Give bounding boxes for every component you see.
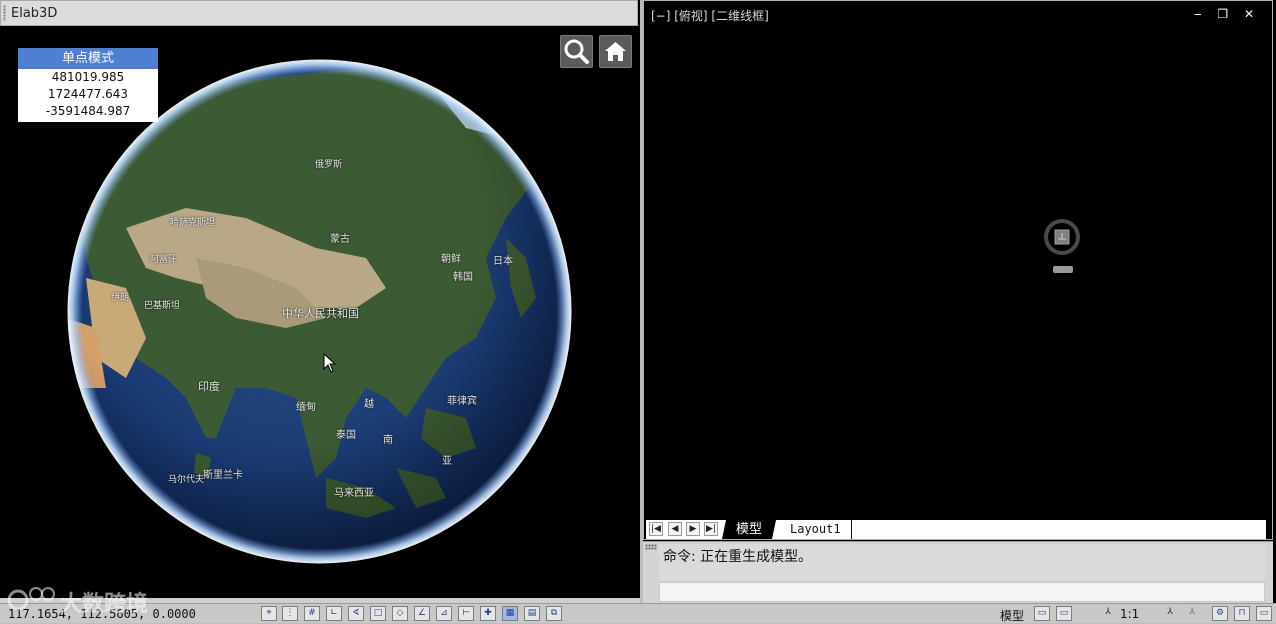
cad-window: [−] [俯视] [二维线框] ‒ ❐ ✕ |◀ ◀ ▶ ▶| 模型 Layou… [643,0,1276,604]
label-vietnam-top: 越 [364,399,374,410]
layout-tab-bar: |◀ ◀ ▶ ▶| 模型 Layout1 [646,520,1266,539]
home-icon [605,42,626,61]
workspace-gear-icon[interactable]: ⚙ [1212,606,1228,621]
annotation-visibility-button[interactable]: ⅄ [1162,606,1178,621]
status-bar: 117.1654, 112.5605, 0.0000 ⌖ ⋮ # ∟ ∢ □ ◇… [0,603,1276,623]
label-maldives: 马尔代夫 [168,475,205,485]
label-philippines: 菲律宾 [447,396,477,407]
label-vietnam-bottom: 南 [383,435,393,446]
tab-layout1[interactable]: Layout1 [780,520,852,539]
transparency-button[interactable]: ▦ [502,606,518,621]
elab3d-title: Elab3D [11,6,58,21]
dynamic-ucs-button[interactable]: ⊿ [436,606,452,621]
object-snap-tracking-button[interactable]: ∠ [414,606,430,621]
lineweight-button[interactable]: ✚ [480,606,496,621]
coord-y-value: 1724477.643 [47,87,129,101]
label-malaysia: 马来西亚 [334,488,374,499]
label-mongolia: 蒙古 [330,234,350,245]
snap-mode-button[interactable]: ⋮ [282,606,298,621]
single-point-mode-panel: 单点模式 481019.985 1724477.643 -3591484.987 [18,48,158,122]
tab-model[interactable]: 模型 [721,520,777,539]
label-iran: 伊朗 [111,293,130,303]
label-sri-lanka: 斯里兰卡 [203,470,243,481]
annotation-scale-value[interactable]: 1:1 [1120,607,1139,621]
auto-scale-button[interactable]: ⅄ [1184,606,1200,621]
viewport-window-controls[interactable]: ‒ ❐ ✕ [1194,7,1260,21]
elab3d-title-bar[interactable]: Elab3D [0,0,638,26]
watermark-text: 大数跨境 [60,592,149,617]
annotation-scale-icon[interactable]: ⅄ [1100,606,1116,621]
command-history: 命令: 正在重生成模型。 [659,544,1265,580]
object-snap-button[interactable]: □ [370,606,386,621]
selection-cycling-button[interactable]: ⧉ [546,606,562,621]
label-india: 印度 [198,380,220,393]
model-space-label[interactable]: 模型 [1000,607,1024,624]
dynamic-input-button[interactable]: ⊢ [458,606,474,621]
label-china: 中华人民共和国 [282,307,359,320]
lock-ui-icon[interactable]: ⊓ [1234,606,1250,621]
clean-screen-button[interactable]: ▭ [1256,606,1272,621]
search-icon [564,39,589,64]
label-pakistan: 巴基斯坦 [144,301,181,311]
label-kazakhstan: 哈萨克斯坦 [170,218,216,228]
viewcube-compass-icon[interactable] [1042,217,1082,257]
watermark-logo-icon [7,587,55,611]
label-thailand: 泰国 [336,430,356,441]
command-line-panel: 命令: 正在重生成模型。 [643,541,1273,604]
command-line-grip[interactable] [645,544,657,550]
label-korea-n: 朝鲜 [441,254,461,265]
next-tab-button[interactable]: ▶ [686,522,700,536]
label-afghanistan: 阿富汗 [150,255,178,265]
home-button[interactable] [599,35,632,68]
panel-header: 单点模式 [18,48,158,69]
cad-drawing-area[interactable]: [−] [俯视] [二维线框] ‒ ❐ ✕ |◀ ◀ ▶ ▶| 模型 Layou… [643,0,1273,540]
ortho-mode-button[interactable]: ∟ [326,606,342,621]
label-korea-s: 韩国 [453,272,473,283]
3d-object-snap-button[interactable]: ◇ [392,606,408,621]
wcs-menu-tag[interactable] [1053,266,1073,273]
quick-view-layouts-button[interactable]: ▭ [1034,606,1050,621]
title-grip[interactable] [3,5,6,21]
grid-display-button[interactable]: # [304,606,320,621]
prev-tab-button[interactable]: ◀ [668,522,682,536]
command-input[interactable] [659,582,1265,602]
last-tab-button[interactable]: ▶| [704,522,718,536]
tab-model-label: 模型 [736,522,763,537]
label-myanmar: 缅甸 [296,402,316,413]
infer-constraints-button[interactable]: ⌖ [261,606,277,621]
mouse-cursor-icon [323,353,337,373]
coord-x-value: 481019.985 [51,70,125,84]
viewport-controls-label[interactable]: [−] [俯视] [二维线框] [651,7,769,24]
label-indonesia: 亚 [442,456,452,467]
label-russia: 俄罗斯 [315,160,343,170]
elab3d-window: Elab3D 中华人民共和国 印度 缅甸 泰国 越 南 菲律宾 马来西亚 斯里兰… [0,0,640,603]
coord-z-value: -3591484.987 [45,104,131,118]
first-tab-button[interactable]: |◀ [649,522,663,536]
label-japan: 日本 [493,256,513,267]
search-button[interactable] [560,35,593,68]
polar-tracking-button[interactable]: ∢ [348,606,364,621]
quick-properties-button[interactable]: ▤ [524,606,540,621]
quick-view-drawings-button[interactable]: ▭ [1056,606,1072,621]
